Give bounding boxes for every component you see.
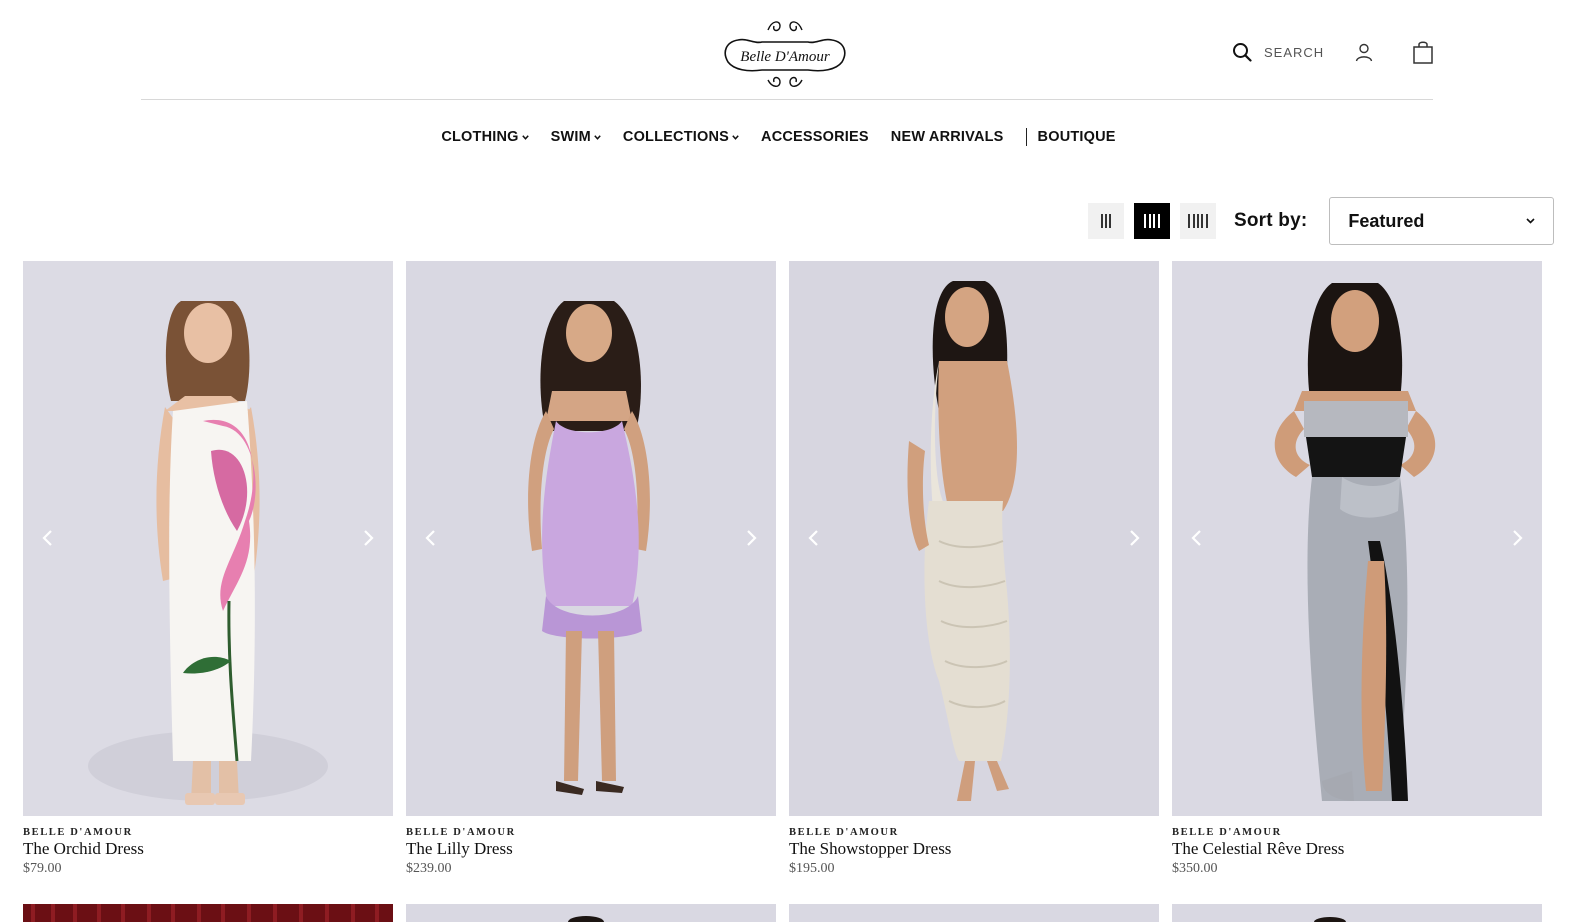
search-label: SEARCH bbox=[1264, 44, 1325, 60]
model-photo bbox=[789, 261, 1159, 816]
main-nav: CLOTHING SWIM COLLECTIONS ACCESSORIES NE… bbox=[0, 128, 1577, 146]
collection-toolbar: Sort by: Featured bbox=[1088, 196, 1555, 246]
sort-label: Sort by: bbox=[1234, 210, 1308, 231]
product-card[interactable]: BELLE D'AMOUR The Lilly Dress $239.00 bbox=[406, 261, 776, 877]
product-card-next-row[interactable] bbox=[406, 904, 776, 922]
product-image[interactable] bbox=[406, 261, 776, 816]
account-icon[interactable] bbox=[1354, 42, 1374, 62]
search-button[interactable]: SEARCH bbox=[1232, 42, 1324, 62]
nav-item-new-arrivals[interactable]: NEW ARRIVALS bbox=[891, 129, 1004, 145]
model-photo bbox=[1172, 261, 1542, 816]
product-image[interactable] bbox=[789, 261, 1159, 816]
search-icon bbox=[1233, 43, 1252, 62]
carousel-prev-icon[interactable] bbox=[37, 527, 59, 549]
nav-item-clothing[interactable]: CLOTHING bbox=[441, 129, 529, 145]
nav-item-boutique[interactable]: BOUTIQUE bbox=[1038, 129, 1116, 145]
model-photo bbox=[406, 261, 776, 816]
product-image[interactable] bbox=[1172, 261, 1542, 816]
product-price: $195.00 bbox=[789, 861, 835, 876]
product-name[interactable]: The Showstopper Dress bbox=[789, 839, 1159, 859]
nav-item-swim[interactable]: SWIM bbox=[551, 129, 601, 145]
chevron-down-icon bbox=[521, 134, 529, 140]
product-brand: BELLE D'AMOUR bbox=[1172, 827, 1282, 838]
header-actions: SEARCH bbox=[1232, 38, 1434, 66]
brand-logo[interactable]: Belle D'Amour bbox=[718, 12, 852, 90]
chevron-down-icon bbox=[732, 134, 739, 140]
product-name[interactable]: The Orchid Dress bbox=[23, 839, 393, 859]
nav-label: COLLECTIONS bbox=[622, 129, 730, 145]
product-name[interactable]: The Lilly Dress bbox=[406, 839, 776, 859]
nav-label: ACCESSORIES bbox=[761, 129, 869, 145]
grid-3-columns-button[interactable] bbox=[1088, 203, 1124, 239]
product-price: $79.00 bbox=[23, 861, 62, 876]
sort-select[interactable]: Featured bbox=[1329, 197, 1555, 245]
product-brand: BELLE D'AMOUR bbox=[23, 827, 133, 838]
product-card-next-row[interactable] bbox=[1172, 904, 1542, 922]
product-image[interactable] bbox=[23, 261, 393, 816]
carousel-next-icon[interactable] bbox=[357, 527, 379, 549]
product-card-next-row[interactable] bbox=[789, 904, 1159, 922]
carousel-next-icon[interactable] bbox=[740, 527, 762, 549]
carousel-prev-icon[interactable] bbox=[420, 527, 442, 549]
site-header: Belle D'Amour SEARCH bbox=[0, 0, 1577, 100]
chevron-down-icon bbox=[594, 134, 601, 140]
model-photo bbox=[568, 916, 604, 922]
product-price: $350.00 bbox=[1172, 861, 1218, 876]
nav-label: NEW ARRIVALS bbox=[890, 129, 1004, 145]
product-card[interactable]: BELLE D'AMOUR The Orchid Dress $79.00 bbox=[23, 261, 393, 877]
nav-item-accessories[interactable]: ACCESSORIES bbox=[761, 129, 869, 145]
nav-divider bbox=[1025, 128, 1027, 146]
nav-label: CLOTHING bbox=[441, 129, 519, 145]
product-card[interactable]: BELLE D'AMOUR The Showstopper Dress $195… bbox=[789, 261, 1159, 877]
nav-item-collections[interactable]: COLLECTIONS bbox=[623, 129, 739, 145]
carousel-next-icon[interactable] bbox=[1123, 527, 1145, 549]
product-price: $239.00 bbox=[406, 861, 452, 876]
carousel-prev-icon[interactable] bbox=[803, 527, 825, 549]
header-divider bbox=[141, 99, 1433, 100]
product-brand: BELLE D'AMOUR bbox=[406, 827, 516, 838]
model-photo bbox=[1314, 917, 1346, 922]
nav-label: SWIM bbox=[550, 129, 591, 145]
product-brand: BELLE D'AMOUR bbox=[789, 827, 899, 838]
sort-value: Featured bbox=[1348, 210, 1425, 231]
nav-label: BOUTIQUE bbox=[1037, 129, 1116, 145]
model-photo bbox=[23, 261, 393, 816]
carousel-prev-icon[interactable] bbox=[1186, 527, 1208, 549]
grid-4-columns-button[interactable] bbox=[1134, 203, 1170, 239]
carousel-next-icon[interactable] bbox=[1506, 527, 1528, 549]
chevron-down-icon bbox=[1526, 218, 1535, 224]
product-card-next-row[interactable] bbox=[23, 904, 393, 922]
cart-icon[interactable] bbox=[1412, 40, 1434, 64]
svg-text:Belle D'Amour: Belle D'Amour bbox=[740, 49, 830, 65]
grid-5-columns-button[interactable] bbox=[1180, 203, 1216, 239]
product-name[interactable]: The Celestial Rêve Dress bbox=[1172, 839, 1542, 859]
product-card[interactable]: BELLE D'AMOUR The Celestial Rêve Dress $… bbox=[1172, 261, 1542, 877]
curtain-photo bbox=[23, 904, 393, 922]
